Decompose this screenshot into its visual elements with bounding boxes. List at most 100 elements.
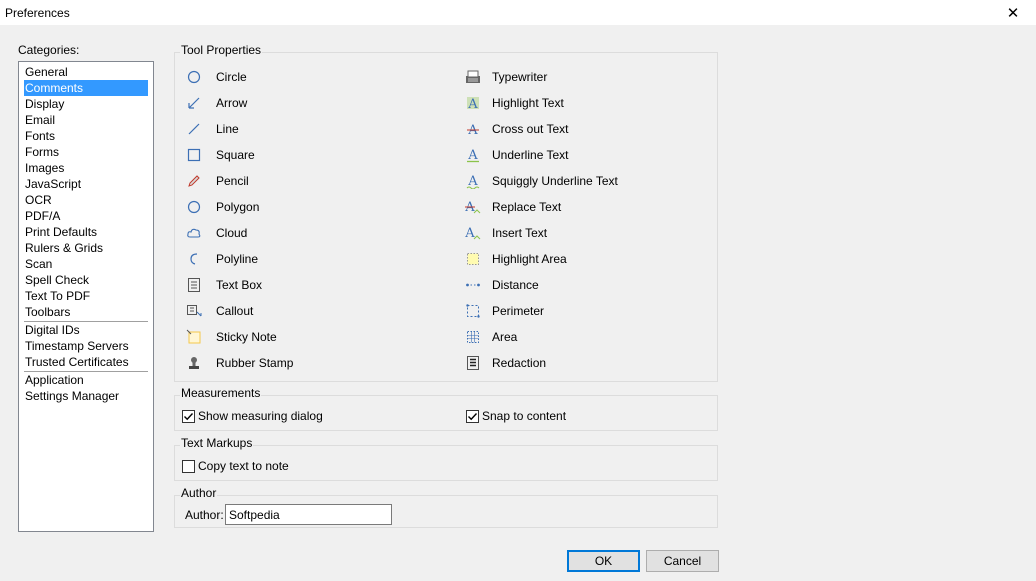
category-item[interactable]: Comments	[24, 80, 148, 96]
checkbox-box[interactable]	[182, 409, 195, 423]
show-measuring-dialog-checkbox[interactable]: Show measuring dialog	[182, 409, 323, 423]
text-box-icon	[184, 277, 204, 293]
categories-list[interactable]: General Comments Display Email Fonts Forms Ima…	[18, 61, 154, 532]
tool-label: Area	[492, 330, 518, 344]
tool-pencil[interactable]: Pencil	[184, 172, 249, 190]
tool-highlight-area[interactable]: Highlight Area	[463, 250, 567, 268]
tool-polygon[interactable]: Polygon	[184, 198, 259, 216]
tool-distance[interactable]: Distance	[463, 276, 539, 294]
line-icon	[184, 121, 204, 137]
copy-text-to-note-checkbox[interactable]: Copy text to note	[182, 459, 289, 473]
svg-text:A: A	[467, 97, 478, 111]
polygon-icon	[184, 199, 204, 215]
rubber-stamp-icon	[184, 355, 204, 371]
tool-replace-text[interactable]: A Replace Text	[463, 198, 561, 216]
tool-label: Arrow	[216, 96, 248, 110]
tool-callout[interactable]: Callout	[184, 302, 253, 320]
tool-typewriter[interactable]: Typewriter	[463, 68, 547, 86]
category-item[interactable]: OCR	[24, 192, 148, 208]
tool-label: Text Box	[216, 278, 263, 292]
tool-area[interactable]: Area	[463, 328, 517, 346]
category-item[interactable]: Scan	[24, 256, 148, 272]
tool-square[interactable]: Square	[184, 146, 255, 164]
tool-sticky-note[interactable]: Sticky Note	[184, 328, 277, 346]
tool-highlight-text[interactable]: A Highlight Text	[463, 94, 564, 112]
category-item[interactable]: Images	[24, 160, 148, 176]
tool-circle[interactable]: Circle	[184, 68, 247, 86]
category-item[interactable]: Text To PDF	[24, 288, 148, 304]
category-item[interactable]: Toolbars	[24, 304, 148, 320]
squiggly-underline-text-icon: A	[463, 173, 483, 189]
tool-text-box[interactable]: Text Box	[184, 276, 262, 294]
tool-label: Highlight Text	[492, 96, 564, 110]
distance-icon	[463, 277, 483, 293]
polyline-icon	[184, 251, 204, 267]
category-item[interactable]: Settings Manager	[24, 388, 148, 404]
close-icon[interactable]: ✕	[990, 0, 1036, 26]
show-measuring-dialog-label: Show measuring dialog	[198, 409, 323, 423]
checkbox-box[interactable]	[466, 409, 479, 423]
category-item[interactable]: Application	[24, 372, 148, 388]
tool-label: Rubber Stamp	[216, 356, 294, 370]
category-item[interactable]: Fonts	[24, 128, 148, 144]
tool-cloud[interactable]: Cloud	[184, 224, 247, 242]
category-item[interactable]: Spell Check	[24, 272, 148, 288]
tool-label: Line	[216, 122, 239, 136]
insert-text-icon: A	[463, 225, 483, 241]
tool-label: Sticky Note	[216, 330, 277, 344]
measurements-group: Measurements Show measuring dialog Snap …	[174, 386, 718, 431]
snap-to-content-checkbox[interactable]: Snap to content	[466, 409, 566, 423]
tool-perimeter[interactable]: Perimeter	[463, 302, 544, 320]
category-item[interactable]: Display	[24, 96, 148, 112]
replace-text-icon: A	[463, 199, 483, 215]
tool-label: Cloud	[216, 226, 248, 240]
tool-redaction[interactable]: Redaction	[463, 354, 546, 372]
cancel-button[interactable]: Cancel	[646, 550, 719, 572]
tool-cross-out-text[interactable]: A Cross out Text	[463, 120, 568, 138]
tool-arrow[interactable]: Arrow	[184, 94, 247, 112]
tool-squiggly-underline-text[interactable]: A Squiggly Underline Text	[463, 172, 618, 190]
tool-label: Pencil	[216, 174, 249, 188]
redaction-icon	[463, 355, 483, 371]
tool-label: Square	[216, 148, 255, 162]
category-item[interactable]: JavaScript	[24, 176, 148, 192]
ok-button[interactable]: OK	[567, 550, 640, 572]
category-item[interactable]: Trusted Certificates	[24, 354, 148, 370]
typewriter-icon	[463, 69, 483, 85]
tool-label: Typewriter	[492, 70, 548, 84]
svg-text:A: A	[464, 226, 475, 241]
tool-insert-text[interactable]: A Insert Text	[463, 224, 547, 242]
categories-label: Categories:	[18, 43, 80, 57]
perimeter-icon	[463, 303, 483, 319]
category-item[interactable]: Email	[24, 112, 148, 128]
tool-line[interactable]: Line	[184, 120, 239, 138]
author-input[interactable]	[225, 504, 392, 525]
tool-rubber-stamp[interactable]: Rubber Stamp	[184, 354, 293, 372]
tool-label: Perimeter	[492, 304, 545, 318]
category-item[interactable]: Digital IDs	[24, 322, 148, 338]
highlight-text-icon: A	[463, 95, 483, 111]
text-markups-title: Text Markups	[180, 436, 254, 450]
tool-label: Underline Text	[492, 148, 569, 162]
circle-icon	[184, 69, 204, 85]
tool-label: Distance	[492, 278, 539, 292]
measurements-title: Measurements	[180, 386, 262, 400]
tool-underline-text[interactable]: A Underline Text	[463, 146, 569, 164]
category-item[interactable]: PDF/A	[24, 208, 148, 224]
tool-label: Cross out Text	[492, 122, 569, 136]
text-markups-group: Text Markups Copy text to note	[174, 436, 718, 481]
checkbox-box[interactable]	[182, 459, 195, 473]
tool-label: Polygon	[216, 200, 260, 214]
tool-polyline[interactable]: Polyline	[184, 250, 258, 268]
category-item[interactable]: General	[24, 64, 148, 80]
tool-label: Polyline	[216, 252, 259, 266]
category-item[interactable]: Forms	[24, 144, 148, 160]
category-item[interactable]: Rulers & Grids	[24, 240, 148, 256]
title-bar: Preferences ✕	[0, 0, 1036, 26]
tool-label: Redaction	[492, 356, 547, 370]
category-item[interactable]: Timestamp Servers	[24, 338, 148, 354]
category-item[interactable]: Print Defaults	[24, 224, 148, 240]
cross-out-text-icon: A	[463, 121, 483, 137]
svg-text:A: A	[467, 148, 478, 163]
author-field-label: Author:	[185, 508, 224, 522]
